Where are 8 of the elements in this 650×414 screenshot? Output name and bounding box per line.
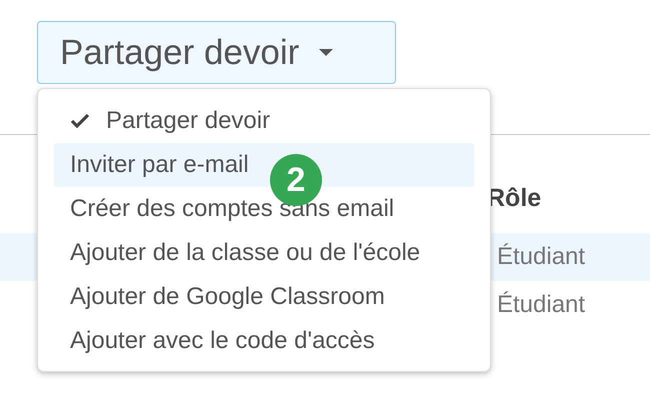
table-cell: Étudiant (497, 291, 586, 319)
caret-icon (319, 48, 334, 56)
menu-item[interactable]: Ajouter avec le code d'accès (54, 319, 474, 363)
menu-item[interactable]: Ajouter de la classe ou de l'école (54, 231, 474, 275)
menu-item[interactable]: Ajouter de Google Classroom (54, 275, 474, 319)
table-cell: Étudiant (497, 243, 586, 271)
share-dropdown-button[interactable]: Partager devoir (37, 21, 396, 84)
menu-item[interactable]: Partager devoir (54, 99, 474, 143)
